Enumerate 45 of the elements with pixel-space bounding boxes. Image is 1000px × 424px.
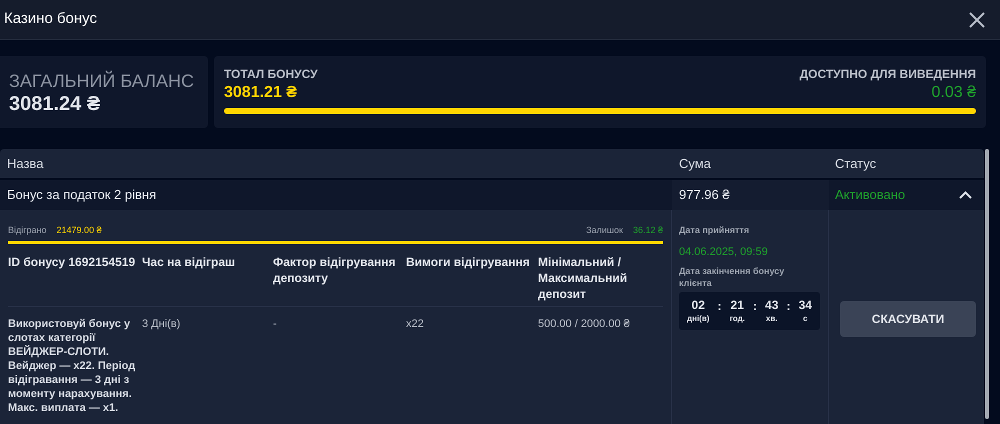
balance-label: ЗАГАЛЬНИЙ БАЛАНС	[9, 70, 195, 92]
chevron-up-icon	[958, 191, 972, 199]
detail-cell-text: x22	[406, 317, 425, 332]
withdraw-amount: 0.03 ₴	[932, 83, 976, 103]
detail-cell-text: 3 Дні(в)	[142, 317, 182, 332]
detail-header: Час на відіграш	[142, 254, 236, 271]
detail-header: ID бонусу 1692154519	[8, 254, 136, 271]
detail-cell-text: Використовуй бонус у слотах категорії ВЕЙДЖЕР-СЛОТИ. Вейджер — x22. Період відігравання — 3 дні з моменту нарахування. Макс. виплата — x1.	[8, 317, 136, 415]
countdown-unit: дні(в)	[687, 312, 710, 324]
wagered-label: Відіграно	[8, 224, 47, 238]
countdown-separator: :	[786, 298, 790, 315]
remaining-label: Залишок	[586, 224, 623, 238]
countdown-value: 21	[730, 298, 744, 312]
wagered-amount: 21479.00 ₴	[56, 224, 102, 238]
countdown-value: 02	[692, 298, 705, 312]
countdown-value: 34	[798, 298, 812, 312]
bonus-total-label: ТОТАЛ БОНУСУ	[224, 66, 318, 82]
column-header: Назва	[6, 154, 44, 173]
countdown-value: 43	[765, 298, 778, 312]
detail-header: Мінімальний / Максимальний депозит	[538, 254, 628, 303]
table-cell-text: Бонус за податок 2 рівня	[6, 186, 158, 204]
expiry-label: Дата закінчення бонусу клієнта	[679, 265, 786, 289]
detail-header: Вимоги відігрування	[406, 254, 531, 271]
balance-amount: 3081.24 ₴	[9, 92, 102, 116]
countdown-separator: :	[718, 298, 722, 315]
window-title: Казино бонус	[4, 9, 98, 30]
scrollbar[interactable]	[985, 149, 989, 419]
countdown-unit: хв.	[766, 312, 778, 324]
countdown-unit: с	[803, 312, 808, 324]
accepted-date: 04.06.2025, 09:59	[679, 244, 769, 260]
detail-cell-text: 500.00 / 2000.00 ₴	[538, 317, 631, 332]
table-cell: 977.96 ₴	[672, 180, 829, 210]
accepted-label: Дата прийняття	[679, 224, 750, 237]
column-header: Сума	[678, 154, 712, 173]
column-header: Статус	[834, 154, 878, 173]
cancel-button[interactable]: СКАСУВАТИ	[840, 301, 976, 337]
remaining-amount: 36.12 ₴	[632, 224, 663, 238]
detail-header: Фактор відігрування депозиту	[273, 254, 397, 287]
detail-cell-text: -	[273, 317, 278, 332]
withdraw-label: ДОСТУПНО ДЛЯ ВИВЕДЕННЯ	[800, 66, 976, 82]
bonus-total-amount: 3081.21 ₴	[224, 83, 298, 103]
countdown-separator: :	[752, 298, 757, 315]
status-text: Активовано	[835, 186, 906, 204]
close-icon	[968, 10, 986, 28]
countdown-unit: год.	[730, 312, 745, 324]
